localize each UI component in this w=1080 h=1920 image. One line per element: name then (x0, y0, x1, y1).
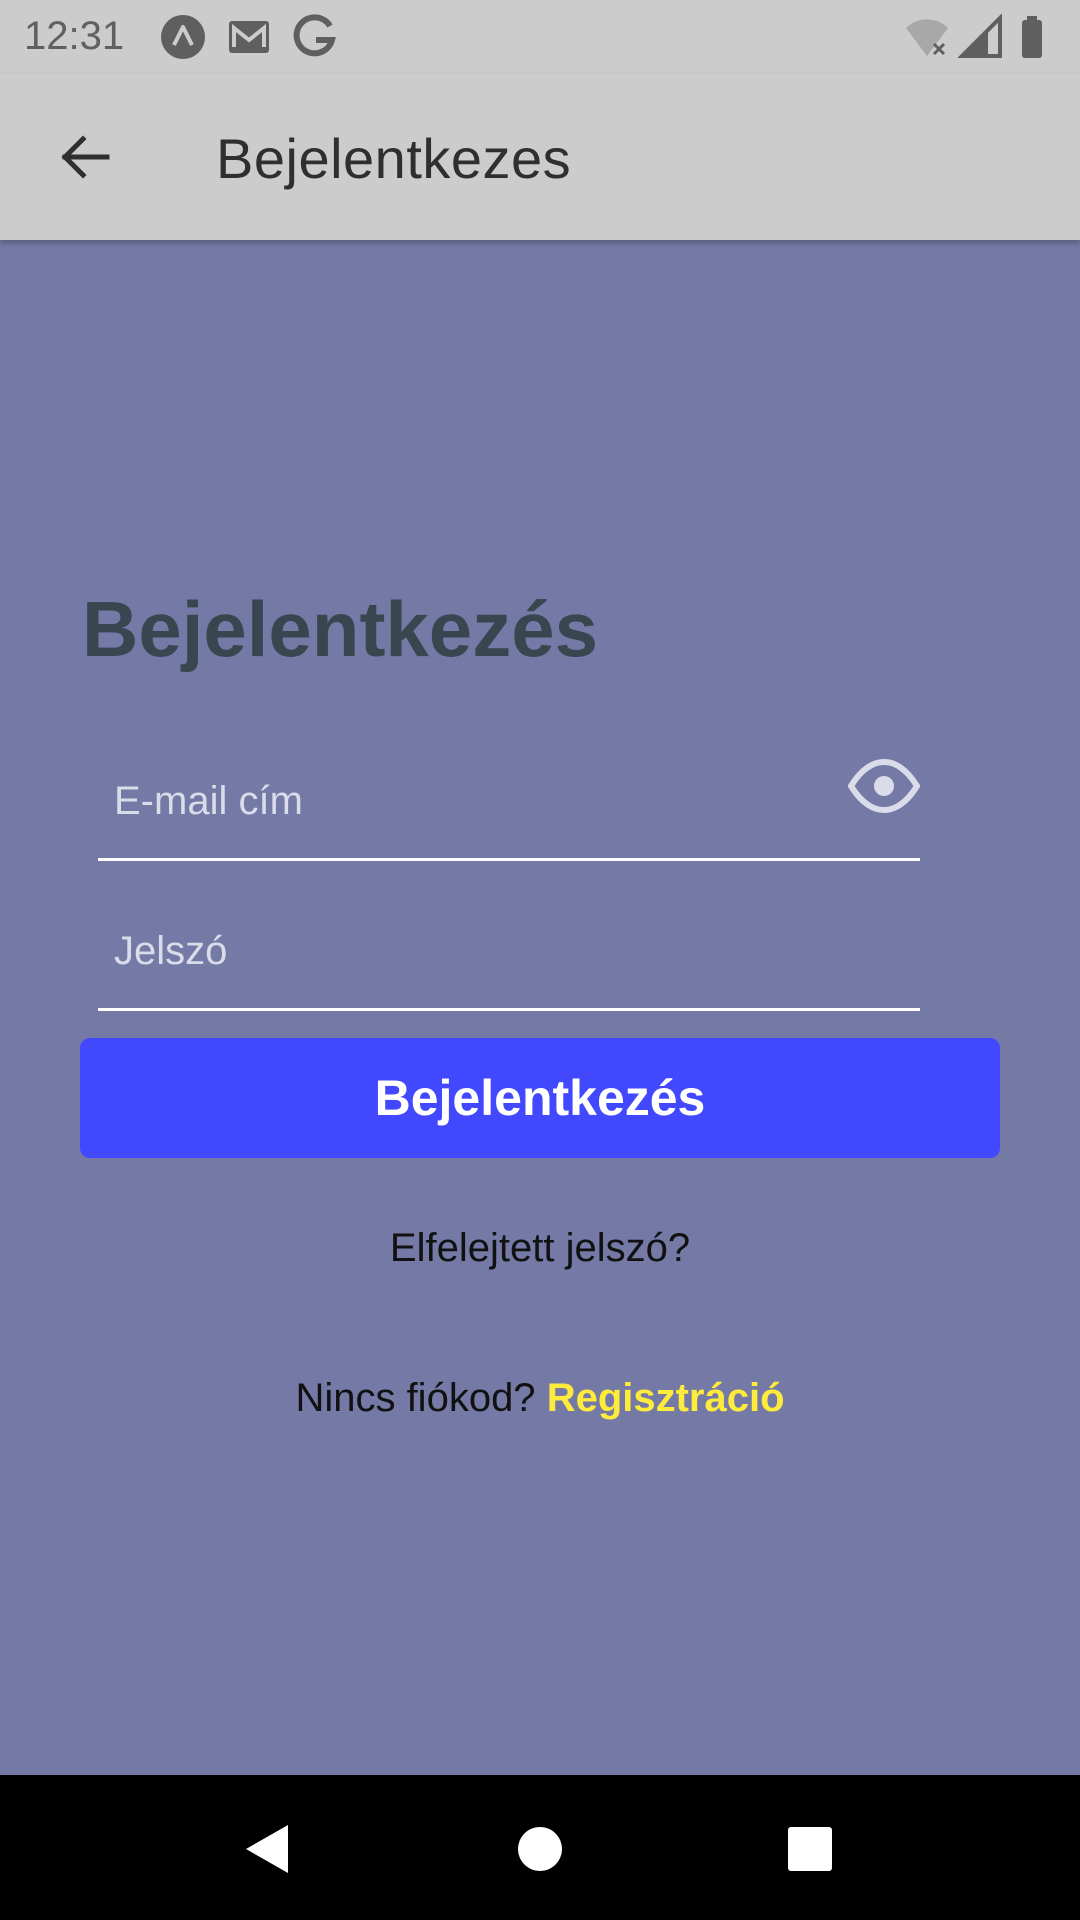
nav-home-button[interactable] (502, 1811, 578, 1887)
app-bar-title: Bejelentkezes (216, 127, 572, 190)
page-title: Bejelentkezés (82, 585, 598, 673)
login-button[interactable]: Bejelentkezés (80, 1038, 1000, 1158)
register-link[interactable]: Regisztráció (547, 1376, 785, 1420)
status-notification-icons (160, 14, 338, 60)
app-bar: Bejelentkezes (0, 74, 1080, 240)
email-field-container (98, 748, 920, 861)
eye-icon (848, 758, 920, 814)
status-bar: 12:31 (0, 0, 1080, 74)
password-field-container (98, 898, 920, 1011)
login-screen: Bejelentkezés Bejelentkezés Elfelejtett … (0, 240, 1080, 1775)
nav-home-icon (518, 1827, 562, 1871)
password-visibility-toggle[interactable] (848, 750, 920, 822)
app-notification-icon (160, 14, 206, 60)
nav-recents-icon (788, 1827, 832, 1871)
forgot-password-link[interactable]: Elfelejtett jelszó? (0, 1226, 1080, 1271)
signal-icon (957, 13, 1004, 60)
register-prompt: Nincs fiókod? Regisztráció (0, 1376, 1080, 1421)
google-icon (292, 14, 338, 60)
back-button[interactable] (50, 122, 120, 192)
arrow-back-icon (61, 135, 110, 179)
status-time: 12:31 (24, 14, 125, 58)
gmail-icon (226, 14, 272, 60)
nav-recents-button[interactable] (772, 1811, 848, 1887)
nav-back-button[interactable] (230, 1811, 306, 1887)
wifi-off-icon (904, 14, 950, 60)
nav-back-icon (246, 1825, 288, 1873)
battery-icon (1012, 14, 1058, 60)
email-input[interactable] (112, 768, 816, 834)
system-nav-bar (0, 1775, 1080, 1920)
password-input[interactable] (112, 918, 816, 984)
no-account-text: Nincs fiókod? (295, 1376, 536, 1420)
status-system-icons (904, 13, 1058, 60)
